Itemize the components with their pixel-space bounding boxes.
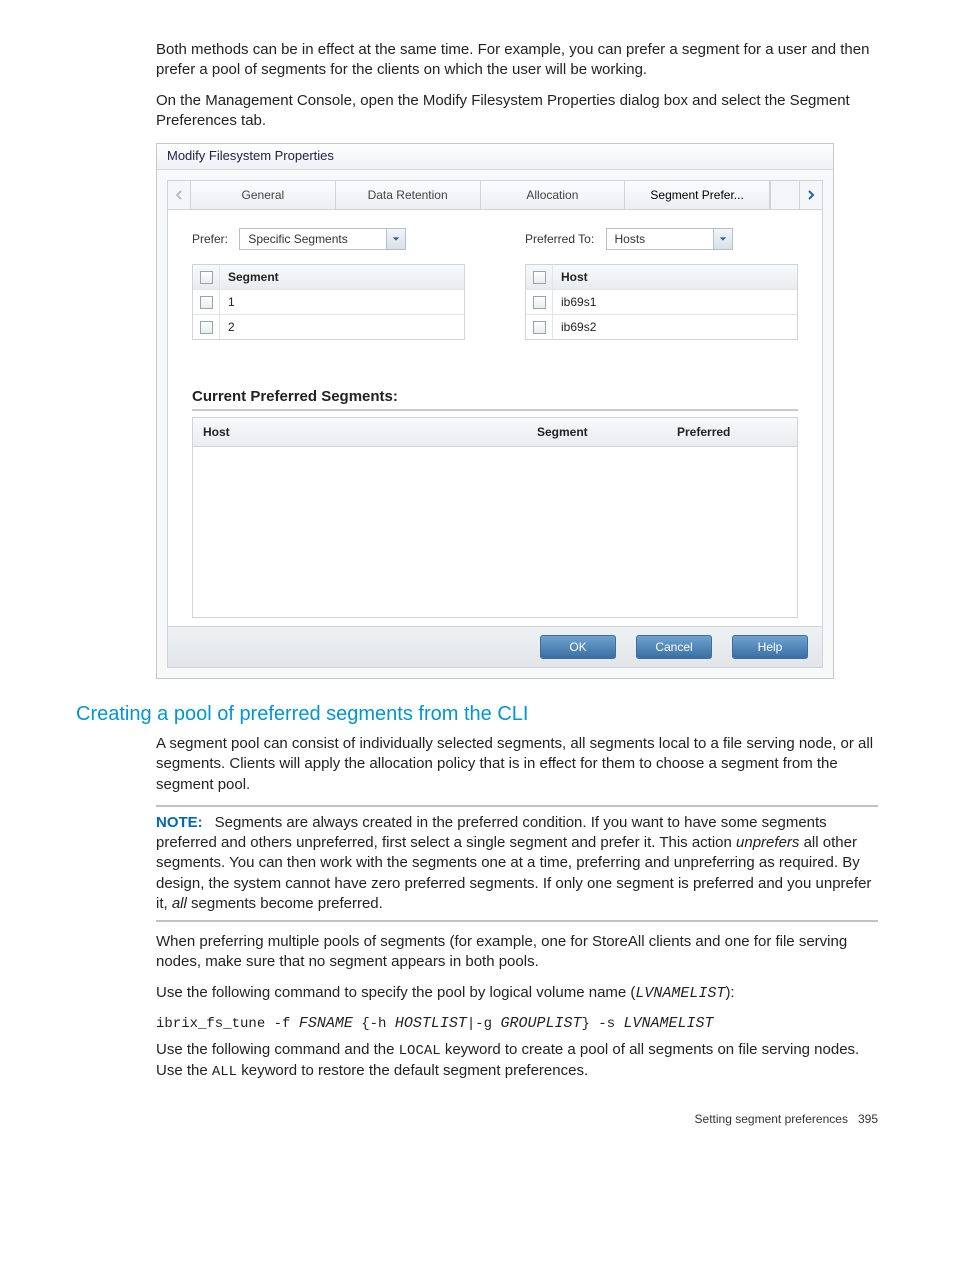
- col-segment: Segment: [537, 425, 677, 439]
- host-row-value: ib69s1: [553, 295, 797, 309]
- post-cmd-c: keyword to restore the default segment p…: [237, 1062, 588, 1079]
- table-row[interactable]: 1: [193, 289, 464, 314]
- chevron-down-icon: [386, 229, 405, 249]
- cmd-v1: FSNAME: [299, 1015, 353, 1032]
- table-row[interactable]: ib69s2: [526, 314, 797, 339]
- preferred-to-label: Preferred To:: [525, 232, 594, 246]
- host-header-checkbox[interactable]: [533, 271, 546, 284]
- preferred-table-header: Host Segment Preferred: [192, 417, 798, 447]
- hosts-header: Host: [553, 270, 797, 284]
- cancel-button[interactable]: Cancel: [636, 635, 712, 659]
- segment-row-value: 1: [220, 295, 464, 309]
- command-line: ibrix_fs_tune -f FSNAME {-h HOSTLIST|-g …: [76, 1014, 878, 1032]
- table-row[interactable]: ib69s1: [526, 289, 797, 314]
- footer-text: Setting segment preferences: [695, 1112, 848, 1126]
- cmd-intro-code: LVNAMELIST: [635, 985, 725, 1002]
- footer-page: 395: [858, 1112, 878, 1126]
- intro-para-1: Both methods can be in effect at the sam…: [76, 40, 878, 81]
- prefer-combo-value: Specific Segments: [240, 232, 386, 246]
- help-button[interactable]: Help: [732, 635, 808, 659]
- cmd-v2: HOSTLIST: [395, 1015, 467, 1032]
- tab-scroll-left[interactable]: [168, 181, 191, 209]
- post-cmd-code-1: LOCAL: [399, 1043, 441, 1059]
- note-em-2: all: [172, 895, 187, 912]
- table-row[interactable]: 2: [193, 314, 464, 339]
- cmd-intro-b: ):: [725, 984, 734, 1001]
- post-cmd-a: Use the following command and the: [156, 1041, 399, 1058]
- segment-row-checkbox[interactable]: [200, 296, 213, 309]
- prefer-combo[interactable]: Specific Segments: [239, 228, 406, 250]
- cmd-t4: } -s: [582, 1016, 624, 1032]
- ok-button[interactable]: OK: [540, 635, 616, 659]
- post-cmd-code-2: ALL: [212, 1064, 237, 1080]
- col-host: Host: [193, 425, 537, 439]
- cmd-t1: ibrix_fs_tune -f: [156, 1016, 299, 1032]
- modify-filesystem-dialog: Modify Filesystem Properties General Dat…: [156, 143, 834, 679]
- tab-pad: [770, 181, 799, 209]
- dialog-title: Modify Filesystem Properties: [157, 144, 833, 170]
- note-label: NOTE:: [156, 814, 203, 831]
- host-row-checkbox[interactable]: [533, 321, 546, 334]
- cmd-intro-a: Use the following command to specify the…: [156, 984, 635, 1001]
- chevron-left-icon: [174, 190, 184, 200]
- preferred-to-combo[interactable]: Hosts: [606, 228, 733, 250]
- segments-table: Segment 1 2: [192, 264, 465, 340]
- note-text-1: Segments are always created in the prefe…: [156, 814, 827, 851]
- tab-general[interactable]: General: [191, 181, 336, 209]
- cmd-v4: LVNAMELIST: [624, 1015, 714, 1032]
- after-note-para: When preferring multiple pools of segmen…: [76, 932, 878, 973]
- host-row-checkbox[interactable]: [533, 296, 546, 309]
- cmd-t2: {-h: [353, 1016, 395, 1032]
- note-text-3: segments become preferred.: [187, 895, 383, 912]
- preferred-table-body: [192, 447, 798, 618]
- dialog-button-bar: OK Cancel Help: [168, 626, 822, 667]
- tab-allocation[interactable]: Allocation: [481, 181, 626, 209]
- segment-header-checkbox[interactable]: [200, 271, 213, 284]
- tab-scroll-right[interactable]: [799, 181, 822, 209]
- cli-section-heading: Creating a pool of preferred segments fr…: [76, 703, 878, 726]
- segment-row-value: 2: [220, 320, 464, 334]
- segment-row-checkbox[interactable]: [200, 321, 213, 334]
- current-preferred-heading: Current Preferred Segments:: [192, 388, 798, 411]
- hosts-table: Host ib69s1 ib69s2: [525, 264, 798, 340]
- cmd-v3: GROUPLIST: [500, 1015, 581, 1032]
- note-block: NOTE:Segments are always created in the …: [156, 805, 878, 922]
- intro-para-2: On the Management Console, open the Modi…: [76, 91, 878, 132]
- cli-section-para-1: A segment pool can consist of individual…: [76, 734, 878, 795]
- page-footer: Setting segment preferences 395: [76, 1112, 878, 1126]
- col-preferred: Preferred: [677, 425, 797, 439]
- tab-data-retention[interactable]: Data Retention: [336, 181, 481, 209]
- host-row-value: ib69s2: [553, 320, 797, 334]
- preferred-to-combo-value: Hosts: [607, 232, 713, 246]
- chevron-right-icon: [806, 190, 816, 200]
- cmd-intro: Use the following command to specify the…: [76, 983, 878, 1004]
- segments-header: Segment: [220, 270, 464, 284]
- cmd-t3: |-g: [467, 1016, 501, 1032]
- chevron-down-icon: [713, 229, 732, 249]
- post-cmd-para: Use the following command and the LOCAL …: [76, 1040, 878, 1082]
- dialog-tabs: General Data Retention Allocation Segmen…: [168, 181, 822, 210]
- tab-segment-preferences[interactable]: Segment Prefer...: [625, 181, 770, 209]
- prefer-label: Prefer:: [192, 232, 228, 246]
- note-em-1: unprefers: [736, 834, 799, 851]
